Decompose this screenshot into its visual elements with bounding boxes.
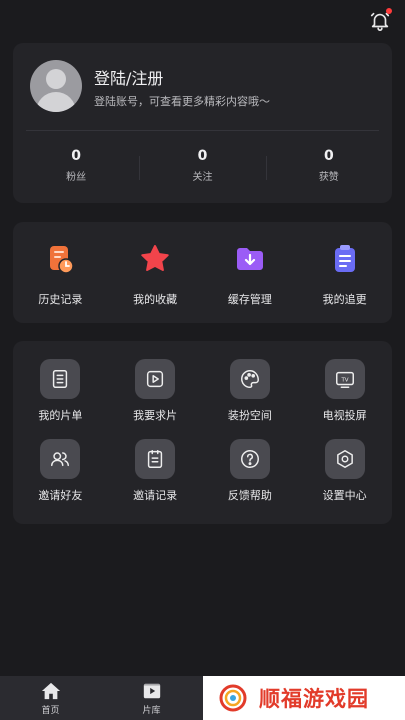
quick-item-label: 历史记录 (38, 293, 83, 306)
tab-label: 首页 (41, 706, 60, 716)
stat-fans[interactable]: 0 粉丝 (13, 148, 139, 183)
svg-text:TV: TV (340, 377, 348, 383)
service-label: 设置中心 (322, 489, 367, 502)
login-register-link[interactable]: 登陆/注册 (94, 65, 163, 89)
service-invite-friends[interactable]: 邀请好友 (13, 439, 108, 503)
clipboard-icon (334, 245, 355, 272)
watermark-logo-icon (219, 684, 247, 712)
watermark-logo: 顺福游戏园 (203, 676, 405, 720)
service-label: 我的片单 (38, 409, 83, 422)
service-invite-records[interactable]: 邀请记录 (108, 439, 203, 503)
service-label: 邀请好友 (38, 489, 83, 502)
tab-library[interactable]: 片库 (101, 676, 202, 720)
service-request-film[interactable]: 我要求片 (108, 359, 203, 423)
service-label: 邀请记录 (133, 489, 178, 502)
service-feedback-help[interactable]: 反馈帮助 (203, 439, 298, 503)
stat-following[interactable]: 0 关注 (139, 148, 265, 183)
home-icon (41, 682, 60, 700)
quick-item-label: 缓存管理 (227, 293, 272, 306)
help-icon (240, 450, 259, 468)
service-label: 装扮空间 (227, 409, 272, 422)
history-icon (50, 246, 75, 274)
services-grid: 我的片单 我要求片 装扮空间 TV 电视投屏 邀请好友 邀请记录 反馈帮助 设置 (13, 359, 392, 503)
play-request-icon (147, 370, 164, 388)
services-card: 我的片单 我要求片 装扮空间 TV 电视投屏 邀请好友 邀请记录 反馈帮助 设置 (13, 341, 392, 524)
service-my-playlist[interactable]: 我的片单 (13, 359, 108, 423)
film-icon (143, 683, 160, 699)
profile-card: 登陆/注册 登陆账号，可查看更多精彩内容哦～ 0 粉丝 0 关注 0 获赞 (13, 43, 392, 203)
quick-actions-card: 历史记录 我的收藏 缓存管理 我的追更 (13, 222, 392, 323)
settings-icon (336, 450, 353, 468)
service-decoration[interactable]: 装扮空间 (203, 359, 298, 423)
stat-value: 0 (323, 148, 334, 164)
login-hint: 登陆账号，可查看更多精彩内容哦～ (94, 95, 270, 108)
quick-item-cache[interactable]: 缓存管理 (203, 243, 298, 323)
quick-item-history[interactable]: 历史记录 (13, 243, 108, 323)
service-tv-cast[interactable]: TV 电视投屏 (297, 359, 392, 423)
palette-icon (240, 370, 259, 388)
service-label: 我要求片 (133, 409, 178, 422)
stat-label: 关注 (192, 172, 213, 183)
quick-item-favorites[interactable]: 我的收藏 (108, 243, 203, 323)
top-bar (0, 0, 405, 40)
service-label: 电视投屏 (322, 409, 367, 422)
service-label: 反馈帮助 (227, 489, 272, 502)
stat-value: 0 (197, 148, 208, 164)
divider (26, 130, 379, 131)
stat-label: 粉丝 (66, 172, 87, 183)
star-icon (141, 245, 169, 271)
tab-label: 片库 (142, 706, 161, 716)
avatar[interactable] (30, 60, 82, 112)
users-icon (51, 452, 70, 467)
stat-likes[interactable]: 0 获赞 (265, 148, 392, 183)
watermark-text: 顺福游戏园 (259, 687, 369, 711)
stats-row: 0 粉丝 0 关注 0 获赞 (13, 148, 392, 183)
stat-label: 获赞 (318, 172, 339, 183)
tv-icon: TV (335, 371, 354, 388)
notification-dot (386, 8, 392, 14)
tab-home[interactable]: 首页 (0, 676, 101, 720)
quick-item-label: 我的追更 (322, 293, 367, 306)
document-icon (147, 450, 163, 468)
quick-item-label: 我的收藏 (133, 293, 178, 306)
list-icon (53, 370, 68, 388)
stat-value: 0 (71, 148, 82, 164)
service-settings[interactable]: 设置中心 (297, 439, 392, 503)
download-folder-icon (236, 248, 263, 270)
quick-item-following[interactable]: 我的追更 (297, 243, 392, 323)
